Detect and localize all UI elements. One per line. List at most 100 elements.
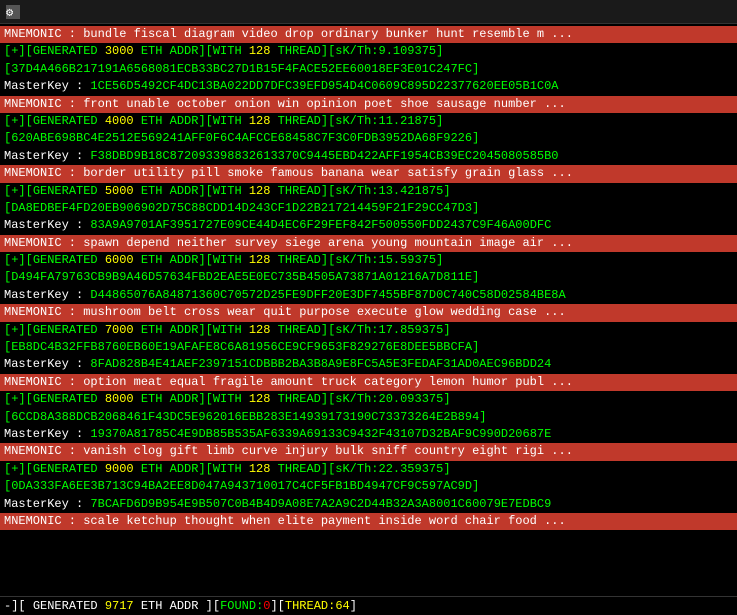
gen-number: 4000 <box>105 114 134 128</box>
line-item: [+][GENERATED 4000 ETH ADDR][WITH 128 TH… <box>0 113 737 130</box>
gen-bracket: [+][ <box>4 392 33 406</box>
gen-thread-count: 128 <box>249 392 271 406</box>
gen-eth-label: ETH ADDR][WITH <box>134 114 249 128</box>
masterkey-value: 83A9A9701AF3951727E09CE44D4EC6F29FEF842F… <box>90 218 551 232</box>
bottom-thread-bracket: ][ <box>270 599 284 613</box>
gen-thread-label: THREAD][ <box>270 392 335 406</box>
line-item: MNEMONIC : vanish clog gift limb curve i… <box>0 443 737 460</box>
gen-number: 6000 <box>105 253 134 267</box>
bottom-found-bracket: ][ <box>206 599 220 613</box>
masterkey-label: MasterKey : <box>4 218 90 232</box>
bottom-found-label: FOUND: <box>220 599 263 613</box>
gen-bracket: [+][ <box>4 184 33 198</box>
addr-line: [0DA333FA6EE3B713C94BA2EE8D047A943710017… <box>0 478 737 495</box>
gen-label: GENERATED <box>33 392 105 406</box>
gen-sk-label: sK/Th: <box>335 184 378 198</box>
line-item: MNEMONIC : bundle fiscal diagram video d… <box>0 26 737 43</box>
gen-bracket: [+][ <box>4 253 33 267</box>
masterkey-label: MasterKey : <box>4 497 90 511</box>
gen-thread-count: 128 <box>249 253 271 267</box>
gen-sk-value: 9.109375 <box>379 44 437 58</box>
gen-thread-count: 128 <box>249 44 271 58</box>
line-item: MasterKey : F38DBD9B18C87209339883261337… <box>0 148 737 165</box>
gen-thread-label: THREAD][ <box>270 44 335 58</box>
gen-sk-value: 17.859375 <box>379 323 444 337</box>
gen-thread-count: 128 <box>249 184 271 198</box>
line-item: MasterKey : 83A9A9701AF3951727E09CE44D4E… <box>0 217 737 234</box>
gen-thread-label: THREAD][ <box>270 114 335 128</box>
bottom-scan: 9717 <box>105 599 134 613</box>
gen-thread-label: THREAD][ <box>270 253 335 267</box>
line-item: MasterKey : D44865076A84871360C70572D25F… <box>0 287 737 304</box>
line-item: MNEMONIC : spawn depend neither survey s… <box>0 235 737 252</box>
bottom-thread-label: THREAD: <box>285 599 335 613</box>
gen-thread-label: THREAD][ <box>270 462 335 476</box>
gen-close-bracket: ] <box>443 323 450 337</box>
gen-label: GENERATED <box>33 184 105 198</box>
bottom-bar: -][ GENERATED 9717 ETH ADDR ][FOUND:0][T… <box>0 596 737 615</box>
masterkey-label: MasterKey : <box>4 288 90 302</box>
app-icon: ⚙ <box>6 5 20 19</box>
gen-sk-label: sK/Th: <box>335 462 378 476</box>
gen-close-bracket: ] <box>443 462 450 476</box>
gen-number: 3000 <box>105 44 134 58</box>
line-item: MNEMONIC : option meat equal fragile amo… <box>0 374 737 391</box>
gen-thread-count: 128 <box>249 462 271 476</box>
gen-bracket: [+][ <box>4 44 33 58</box>
gen-label: GENERATED <box>33 44 105 58</box>
gen-label: GENERATED <box>33 253 105 267</box>
gen-number: 7000 <box>105 323 134 337</box>
gen-eth-label: ETH ADDR][WITH <box>134 392 249 406</box>
bottom-prefix: -][ <box>4 599 33 613</box>
gen-close-bracket: ] <box>436 253 443 267</box>
line-item: [+][GENERATED 9000 ETH ADDR][WITH 128 TH… <box>0 461 737 478</box>
line-item: MNEMONIC : scale ketchup thought when el… <box>0 513 737 530</box>
gen-close-bracket: ] <box>443 184 450 198</box>
gen-sk-label: sK/Th: <box>335 44 378 58</box>
gen-close-bracket: ] <box>436 44 443 58</box>
gen-eth-label: ETH ADDR][WITH <box>134 462 249 476</box>
masterkey-value: 19370A81785C4E9DB85B535AF6339A69133C9432… <box>90 427 551 441</box>
bottom-eth-label: ETH ADDR <box>134 599 206 613</box>
gen-sk-value: 13.421875 <box>379 184 444 198</box>
addr-line: [EB8DC4B32FFB8760EB60E19AFAFE8C6A81956CE… <box>0 339 737 356</box>
gen-number: 9000 <box>105 462 134 476</box>
addr-line: [6CCD8A388DCB2068461F43DC5E962016EBB283E… <box>0 409 737 426</box>
line-item: MasterKey : 8FAD828B4E41AEF2397151CDBBB2… <box>0 356 737 373</box>
bottom-thread-val: 64 <box>335 599 349 613</box>
line-item: MasterKey : 7BCAFD6D9B954E9B507C0B4B4D9A… <box>0 496 737 513</box>
line-item: [+][GENERATED 8000 ETH ADDR][WITH 128 TH… <box>0 391 737 408</box>
gen-sk-label: sK/Th: <box>335 253 378 267</box>
line-item: MasterKey : 1CE56D5492CF4DC13BA022DD7DFC… <box>0 78 737 95</box>
masterkey-label: MasterKey : <box>4 357 90 371</box>
gen-bracket: [+][ <box>4 462 33 476</box>
gen-close-bracket: ] <box>436 114 443 128</box>
masterkey-value: F38DBD9B18C872093398832613370C9445EBD422… <box>90 149 558 163</box>
gen-sk-label: sK/Th: <box>335 323 378 337</box>
masterkey-label: MasterKey : <box>4 149 90 163</box>
title-bar: ⚙ <box>0 0 737 24</box>
masterkey-value: 8FAD828B4E41AEF2397151CDBBB2BA3B8A9E8FC5… <box>90 357 551 371</box>
addr-line: [620ABE698BC4E2512E569241AFF0F6C4AFCCE68… <box>0 130 737 147</box>
addr-line: [37D4A466B217191A6568081ECB33BC27D1B15F4… <box>0 61 737 78</box>
line-item: MNEMONIC : border utility pill smoke fam… <box>0 165 737 182</box>
gen-eth-label: ETH ADDR][WITH <box>134 323 249 337</box>
gen-thread-count: 128 <box>249 114 271 128</box>
masterkey-value: 7BCAFD6D9B954E9B507C0B4B4D9A08E7A2A9C2D4… <box>90 497 551 511</box>
gen-sk-value: 15.59375 <box>379 253 437 267</box>
line-item: MNEMONIC : mushroom belt cross wear quit… <box>0 304 737 321</box>
gen-label: GENERATED <box>33 462 105 476</box>
gen-thread-count: 128 <box>249 323 271 337</box>
masterkey-value: 1CE56D5492CF4DC13BA022DD7DFC39EFD954D4C0… <box>90 79 558 93</box>
gen-thread-label: THREAD][ <box>270 323 335 337</box>
masterkey-label: MasterKey : <box>4 427 90 441</box>
bottom-generated-label: GENERATED <box>33 599 105 613</box>
gen-eth-label: ETH ADDR][WITH <box>134 44 249 58</box>
gen-sk-value: 20.093375 <box>379 392 444 406</box>
gen-bracket: [+][ <box>4 323 33 337</box>
line-item: MNEMONIC : front unable october onion wi… <box>0 96 737 113</box>
gen-eth-label: ETH ADDR][WITH <box>134 184 249 198</box>
masterkey-label: MasterKey : <box>4 79 90 93</box>
gen-sk-value: 11.21875 <box>379 114 437 128</box>
gen-sk-value: 22.359375 <box>379 462 444 476</box>
